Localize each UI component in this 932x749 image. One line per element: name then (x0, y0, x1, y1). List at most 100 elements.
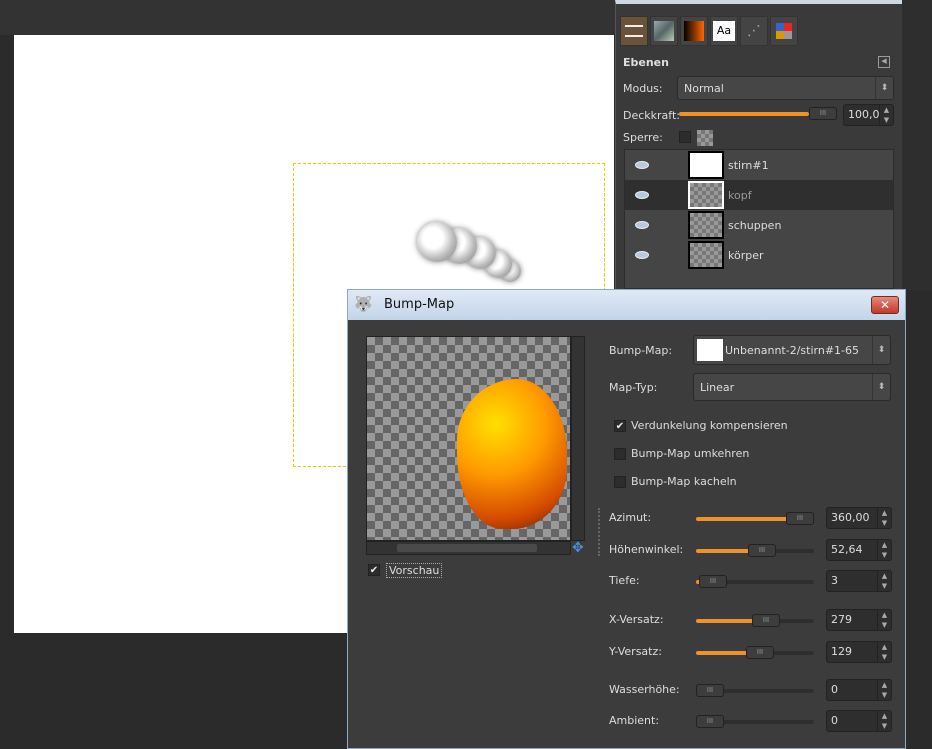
slider[interactable]: III (696, 614, 814, 627)
navigate-icon[interactable]: ✥ (572, 540, 584, 556)
layers-icon (625, 25, 643, 37)
slider-label: Höhenwinkel: (609, 543, 684, 556)
colors-icon (776, 23, 792, 39)
layer-row[interactable]: kopf (625, 180, 893, 210)
value-spinbox[interactable]: 0 ▲ ▼ (826, 679, 892, 701)
toolbar-area (0, 0, 615, 35)
scroll-thumb[interactable] (397, 544, 537, 552)
slider-handle[interactable]: III (746, 646, 774, 659)
value-spinbox[interactable]: 52,64 ▲ ▼ (826, 539, 892, 561)
slider-fill (696, 549, 752, 553)
slider[interactable]: III (696, 646, 814, 659)
patterns-icon (654, 21, 674, 41)
layer-thumbnail (688, 241, 724, 269)
eye-icon[interactable] (635, 161, 649, 169)
lock-pixels-checkbox[interactable] (679, 131, 691, 143)
chevron-updown-icon: ⬍ (872, 336, 890, 364)
slider-handle[interactable]: III (696, 684, 724, 697)
option-checkbox[interactable]: ✔ (614, 420, 626, 432)
spin-arrows-icon[interactable]: ▲ ▼ (877, 540, 891, 560)
value-spinbox[interactable]: 279 ▲ ▼ (826, 609, 892, 631)
opacity-input[interactable]: 100,0 ▲ ▼ (843, 104, 894, 126)
resize-grip[interactable] (598, 508, 602, 556)
dialog-title: Bump-Map (384, 297, 455, 312)
preview-vscrollbar[interactable] (571, 336, 585, 541)
spin-arrows-icon[interactable]: ▲ ▼ (877, 610, 891, 630)
slider[interactable]: III (696, 512, 814, 525)
slider-handle[interactable]: III (696, 715, 724, 728)
gimp-icon: 🐺 (354, 295, 373, 313)
spin-arrows-icon[interactable]: ▲ ▼ (877, 642, 891, 662)
slider-value: 360,00 (831, 511, 870, 524)
slider[interactable]: III (696, 544, 814, 557)
slider-fill (696, 651, 750, 655)
mode-value: Normal (684, 81, 724, 95)
slider-handle[interactable]: III (748, 544, 776, 557)
option-checkbox[interactable] (614, 476, 626, 488)
slider[interactable]: III (696, 575, 814, 588)
slider-handle[interactable]: III (752, 614, 780, 627)
spin-arrows-icon[interactable]: ▲ ▼ (877, 508, 891, 528)
slider-label: Wasserhöhe: (609, 683, 680, 696)
slider-label: Tiefe: (609, 574, 640, 587)
tab-patterns[interactable] (650, 16, 678, 46)
maptype-select[interactable]: Linear ⬍ (693, 373, 891, 401)
opacity-value: 100,0 (848, 108, 880, 121)
option-label: Bump-Map umkehren (631, 447, 750, 460)
preview-area[interactable] (366, 336, 571, 541)
panel-title: Ebenen (623, 56, 669, 69)
canvas-blob (417, 222, 457, 262)
paths-icon: ⋰ (747, 23, 761, 39)
bumpmap-value: Unbenannt-2/stirn#1-65 (725, 343, 859, 357)
layer-row[interactable]: schuppen (625, 210, 893, 240)
spin-arrows-icon[interactable]: ▲ ▼ (877, 680, 891, 700)
opacity-slider[interactable]: III (679, 107, 837, 120)
layer-row[interactable]: stirn#1 (625, 150, 893, 180)
maptype-value: Linear (700, 380, 735, 394)
slider-value: 129 (831, 645, 852, 658)
layers-list: stirn#1 kopf schuppen körper (624, 149, 894, 289)
close-button[interactable]: ✕ (871, 296, 899, 314)
layer-name: stirn#1 (728, 158, 769, 172)
eye-icon[interactable] (635, 191, 649, 199)
layer-thumbnail (688, 211, 724, 239)
slider[interactable]: III (696, 715, 814, 728)
opacity-label: Deckkraft: (623, 109, 680, 122)
mode-label: Modus: (623, 82, 663, 95)
slider-value: 52,64 (831, 543, 863, 556)
layer-row[interactable]: körper (625, 240, 893, 270)
slider-value: 0 (831, 714, 838, 727)
slider-handle[interactable]: III (786, 512, 814, 525)
slider-handle[interactable]: III (699, 575, 727, 588)
tab-gradients[interactable] (680, 16, 708, 46)
lock-label: Sperre: (623, 131, 663, 144)
value-spinbox[interactable]: 0 ▲ ▼ (826, 710, 892, 732)
slider-value: 279 (831, 613, 852, 626)
spin-arrows-icon[interactable]: ▲ ▼ (877, 711, 891, 731)
gradient-icon (684, 21, 704, 41)
eye-icon[interactable] (635, 251, 649, 259)
eye-icon[interactable] (635, 221, 649, 229)
spin-arrows-icon[interactable]: ▲ ▼ (877, 571, 891, 591)
dialog-titlebar[interactable]: 🐺 Bump-Map ✕ (348, 290, 905, 320)
value-spinbox[interactable]: 3 ▲ ▼ (826, 570, 892, 592)
option-checkbox[interactable] (614, 448, 626, 460)
preview-checkbox[interactable]: ✔ (368, 564, 380, 576)
preview-label: Vorschau (386, 563, 443, 578)
panel-menu-icon[interactable]: ◀ (878, 56, 890, 68)
spin-arrows-icon[interactable]: ▲ ▼ (879, 105, 893, 125)
tab-layers[interactable] (620, 16, 648, 46)
slider-label: X-Versatz: (609, 613, 664, 626)
value-spinbox[interactable]: 129 ▲ ▼ (826, 641, 892, 663)
tab-paths[interactable]: ⋰ (740, 16, 768, 46)
slider[interactable]: III (696, 684, 814, 697)
mode-select[interactable]: Normal ⬍ (677, 76, 894, 100)
lock-alpha-icon[interactable] (697, 130, 713, 146)
layer-name: kopf (728, 188, 752, 202)
bumpmap-select[interactable]: Unbenannt-2/stirn#1-65 ⬍ (693, 335, 891, 365)
preview-hscrollbar[interactable] (366, 541, 571, 555)
tab-fonts[interactable]: Aa (710, 16, 738, 46)
tab-colors[interactable] (770, 16, 798, 46)
slider-label: Azimut: (609, 511, 652, 524)
value-spinbox[interactable]: 360,00 ▲ ▼ (826, 507, 892, 529)
